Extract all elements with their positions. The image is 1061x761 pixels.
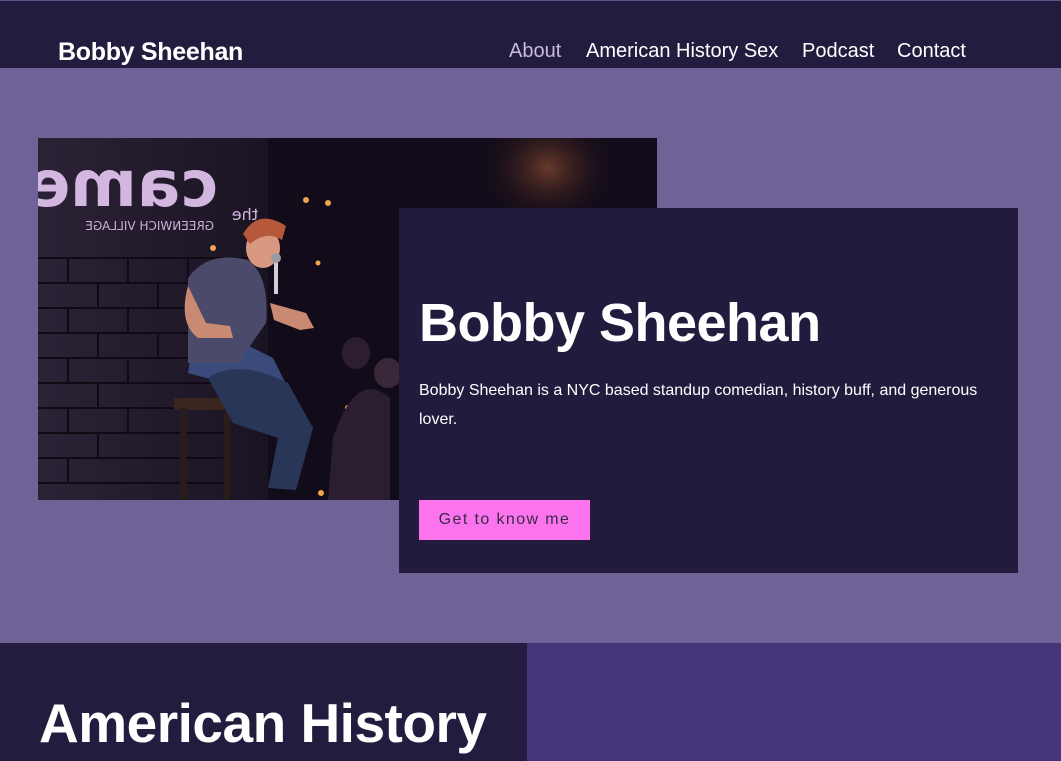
get-to-know-me-button[interactable]: Get to know me <box>419 500 590 540</box>
section-title: American History <box>39 692 487 754</box>
nav-link-about[interactable]: About <box>509 38 561 64</box>
hero-title: Bobby Sheehan <box>419 293 821 353</box>
hero-description: Bobby Sheehan is a NYC based standup com… <box>419 382 978 428</box>
american-history-section-panel <box>527 643 1061 761</box>
nav-link-american-history-sex[interactable]: American History Sex <box>586 38 778 64</box>
nav-link-podcast[interactable]: Podcast <box>802 38 874 64</box>
svg-text:GREENWICH VILLAGE: GREENWICH VILLAGE <box>85 219 214 233</box>
hero-card: Bobby Sheehan Bobby Sheehan is a NYC bas… <box>399 208 1018 573</box>
navbar: Bobby Sheehan About American History Sex… <box>0 1 1061 68</box>
site-brand-link[interactable]: Bobby Sheehan <box>58 37 243 67</box>
svg-text:cameo: cameo <box>38 148 218 222</box>
svg-text:the: the <box>232 205 258 224</box>
nav-link-contact[interactable]: Contact <box>897 38 966 64</box>
american-history-section: American History <box>0 643 527 761</box>
